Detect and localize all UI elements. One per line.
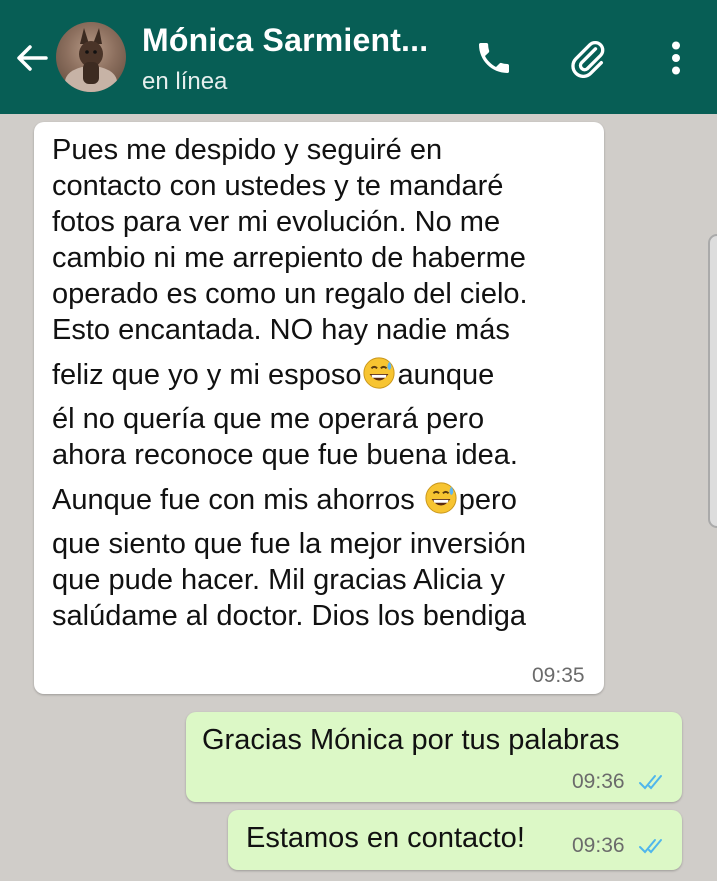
message-line: él no quería que me operará pero [52, 403, 485, 435]
grinning-sweat-emoji-icon [425, 482, 457, 514]
message-segment: feliz que yo y mi esposo [52, 359, 362, 391]
message-line: contacto con ustedes y te mandaré [52, 170, 504, 202]
message-line: Esto encantada. NO hay nadie más [52, 314, 510, 346]
contact-name[interactable]: Mónica Sarmient... [142, 22, 428, 59]
message-segment: aunque [397, 359, 495, 391]
more-vert-icon[interactable] [656, 36, 696, 80]
message-line: Aunque fue con mis ahorros pero [52, 481, 600, 518]
phone-icon[interactable] [474, 38, 514, 78]
message-line: que siento que fue la mejor inversión [52, 528, 526, 560]
grinning-sweat-emoji-icon [363, 357, 396, 389]
message-line: operado es como un regalo del cielo. [52, 278, 528, 310]
contact-avatar[interactable] [56, 22, 126, 92]
scroll-indicator[interactable] [708, 234, 717, 528]
message-line: cambio ni me arrepiento de haberme [52, 242, 526, 274]
message-segment: pero [458, 484, 517, 516]
outgoing-message-bubble[interactable]: Estamos en contacto! 09:36 [228, 810, 682, 870]
contact-status: en línea [142, 68, 228, 95]
outgoing-message-text: Estamos en contacto! [246, 822, 525, 854]
message-time: 09:36 [572, 770, 625, 793]
read-receipt-icon [639, 839, 662, 854]
incoming-message-text: Pues me despido y seguiré en contacto co… [52, 132, 600, 634]
paperclip-icon[interactable] [568, 38, 608, 78]
back-arrow-icon[interactable] [14, 40, 50, 76]
outgoing-message-text: Gracias Mónica por tus palabras [202, 724, 620, 756]
message-line: fotos para ver mi evolución. No me [52, 206, 501, 238]
message-line: ahora reconoce que fue buena idea. [52, 439, 518, 471]
message-segment: Aunque fue con mis ahorros [52, 484, 415, 516]
read-receipt-icon [639, 775, 662, 790]
message-time: 09:36 [572, 834, 625, 857]
message-line: salúdame al doctor. Dios los bendiga [52, 600, 526, 632]
incoming-message-bubble[interactable]: Pues me despido y seguiré en contacto co… [34, 122, 604, 694]
message-line: que pude hacer. Mil gracias Alicia y [52, 564, 505, 596]
message-line: Pues me despido y seguiré en [52, 134, 443, 166]
message-line: feliz que yo y mi esposo aunque [52, 356, 600, 393]
chat-header: Mónica Sarmient... en línea [0, 0, 717, 114]
outgoing-message-bubble[interactable]: Gracias Mónica por tus palabras 09:36 [186, 712, 682, 802]
message-time: 09:35 [532, 664, 585, 687]
